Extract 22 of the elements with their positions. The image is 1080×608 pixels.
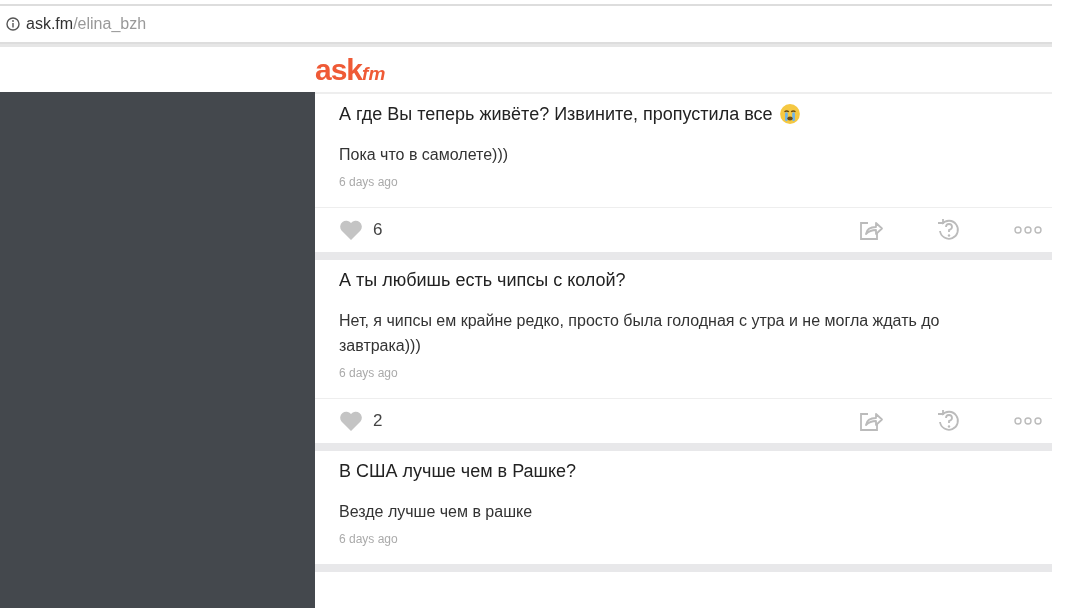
- url-host: ask.fm: [26, 15, 74, 33]
- heart-icon[interactable]: [339, 219, 363, 241]
- info-icon: [6, 17, 20, 31]
- answer-text: Пока что в самолете))): [339, 145, 510, 165]
- question-refresh-icon[interactable]: [936, 408, 962, 434]
- crying-face-icon: [778, 103, 801, 125]
- like-count: 6: [373, 220, 383, 240]
- answer-text: Везде лучше чем в рашке: [339, 502, 534, 522]
- question-text: А ты любишь есть чипсы с колой?: [339, 269, 626, 291]
- timestamp: 6 days ago: [339, 532, 399, 546]
- more-icon[interactable]: [1014, 417, 1042, 425]
- timestamp: 6 days ago: [339, 175, 399, 189]
- question-refresh-icon[interactable]: [936, 217, 962, 243]
- question-text: В США лучше чем в Рашке?: [339, 460, 577, 482]
- like-count: 2: [373, 411, 383, 431]
- timestamp: 6 days ago: [339, 366, 399, 380]
- answer-text: Нет, я чипсы ем крайне редко, просто была голодная с утра и не могла ждать до завтрака))): [339, 311, 941, 356]
- heart-icon[interactable]: [339, 410, 363, 432]
- more-icon[interactable]: [1014, 226, 1042, 234]
- address-bar[interactable]: ask.fm/elina_bzh: [0, 4, 1052, 44]
- question-text: А где Вы теперь живёте? Извините, пропустила все: [339, 103, 773, 125]
- url-path: /elina_bzh: [73, 15, 147, 33]
